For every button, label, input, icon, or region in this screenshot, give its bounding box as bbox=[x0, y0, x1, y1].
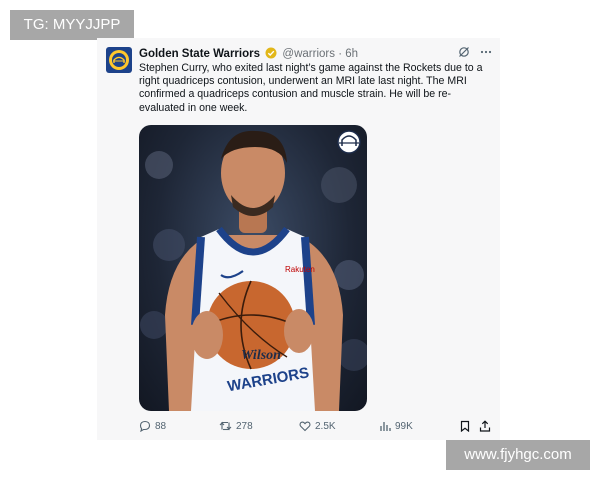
tweet-photo[interactable]: Rakuten WARRIORS Wilson bbox=[139, 125, 367, 411]
tweet-card[interactable]: Golden State Warriors @warriors · 6h Ste… bbox=[97, 38, 500, 440]
bookmark-icon bbox=[460, 420, 470, 432]
photo-player-illustration: Rakuten WARRIORS Wilson bbox=[140, 130, 367, 411]
more-options-icon[interactable] bbox=[480, 46, 492, 58]
separator-dot: · bbox=[338, 48, 343, 60]
views-button[interactable]: 99K bbox=[379, 418, 413, 434]
author-handle[interactable]: @warriors bbox=[282, 48, 335, 60]
bookmark-button[interactable] bbox=[459, 418, 471, 434]
grok-icon[interactable] bbox=[458, 46, 470, 58]
reply-button[interactable]: 88 bbox=[139, 418, 166, 434]
warriors-bridge-logo-icon bbox=[337, 130, 361, 154]
watermark-bottom: www.fjyhgc.com bbox=[446, 440, 590, 470]
jersey-sponsor: Rakuten bbox=[285, 265, 315, 274]
share-button[interactable] bbox=[479, 418, 491, 434]
like-count: 2.5K bbox=[315, 420, 336, 432]
like-button[interactable]: 2.5K bbox=[299, 418, 336, 434]
share-icon bbox=[479, 420, 491, 432]
views-chart-icon bbox=[380, 422, 391, 431]
warriors-logo-icon[interactable] bbox=[106, 47, 132, 73]
tweet-actions-bar: 88 278 2.5K 99K bbox=[139, 418, 494, 434]
views-count: 99K bbox=[395, 420, 413, 432]
repost-count: 278 bbox=[236, 420, 253, 432]
ball-brand: Wilson bbox=[241, 348, 281, 363]
repost-button[interactable]: 278 bbox=[219, 418, 253, 434]
tweet-time[interactable]: 6h bbox=[345, 48, 358, 60]
tweet-header: Golden State Warriors @warriors · 6h bbox=[139, 46, 492, 62]
reply-icon bbox=[139, 420, 151, 432]
repost-icon bbox=[219, 421, 232, 431]
heart-icon bbox=[299, 421, 311, 432]
author-name[interactable]: Golden State Warriors bbox=[139, 48, 260, 60]
reply-count: 88 bbox=[155, 420, 167, 432]
watermark-top: TG: MYYJJPP bbox=[10, 10, 134, 40]
tweet-text: Stephen Curry, who exited last night’s g… bbox=[139, 62, 483, 114]
